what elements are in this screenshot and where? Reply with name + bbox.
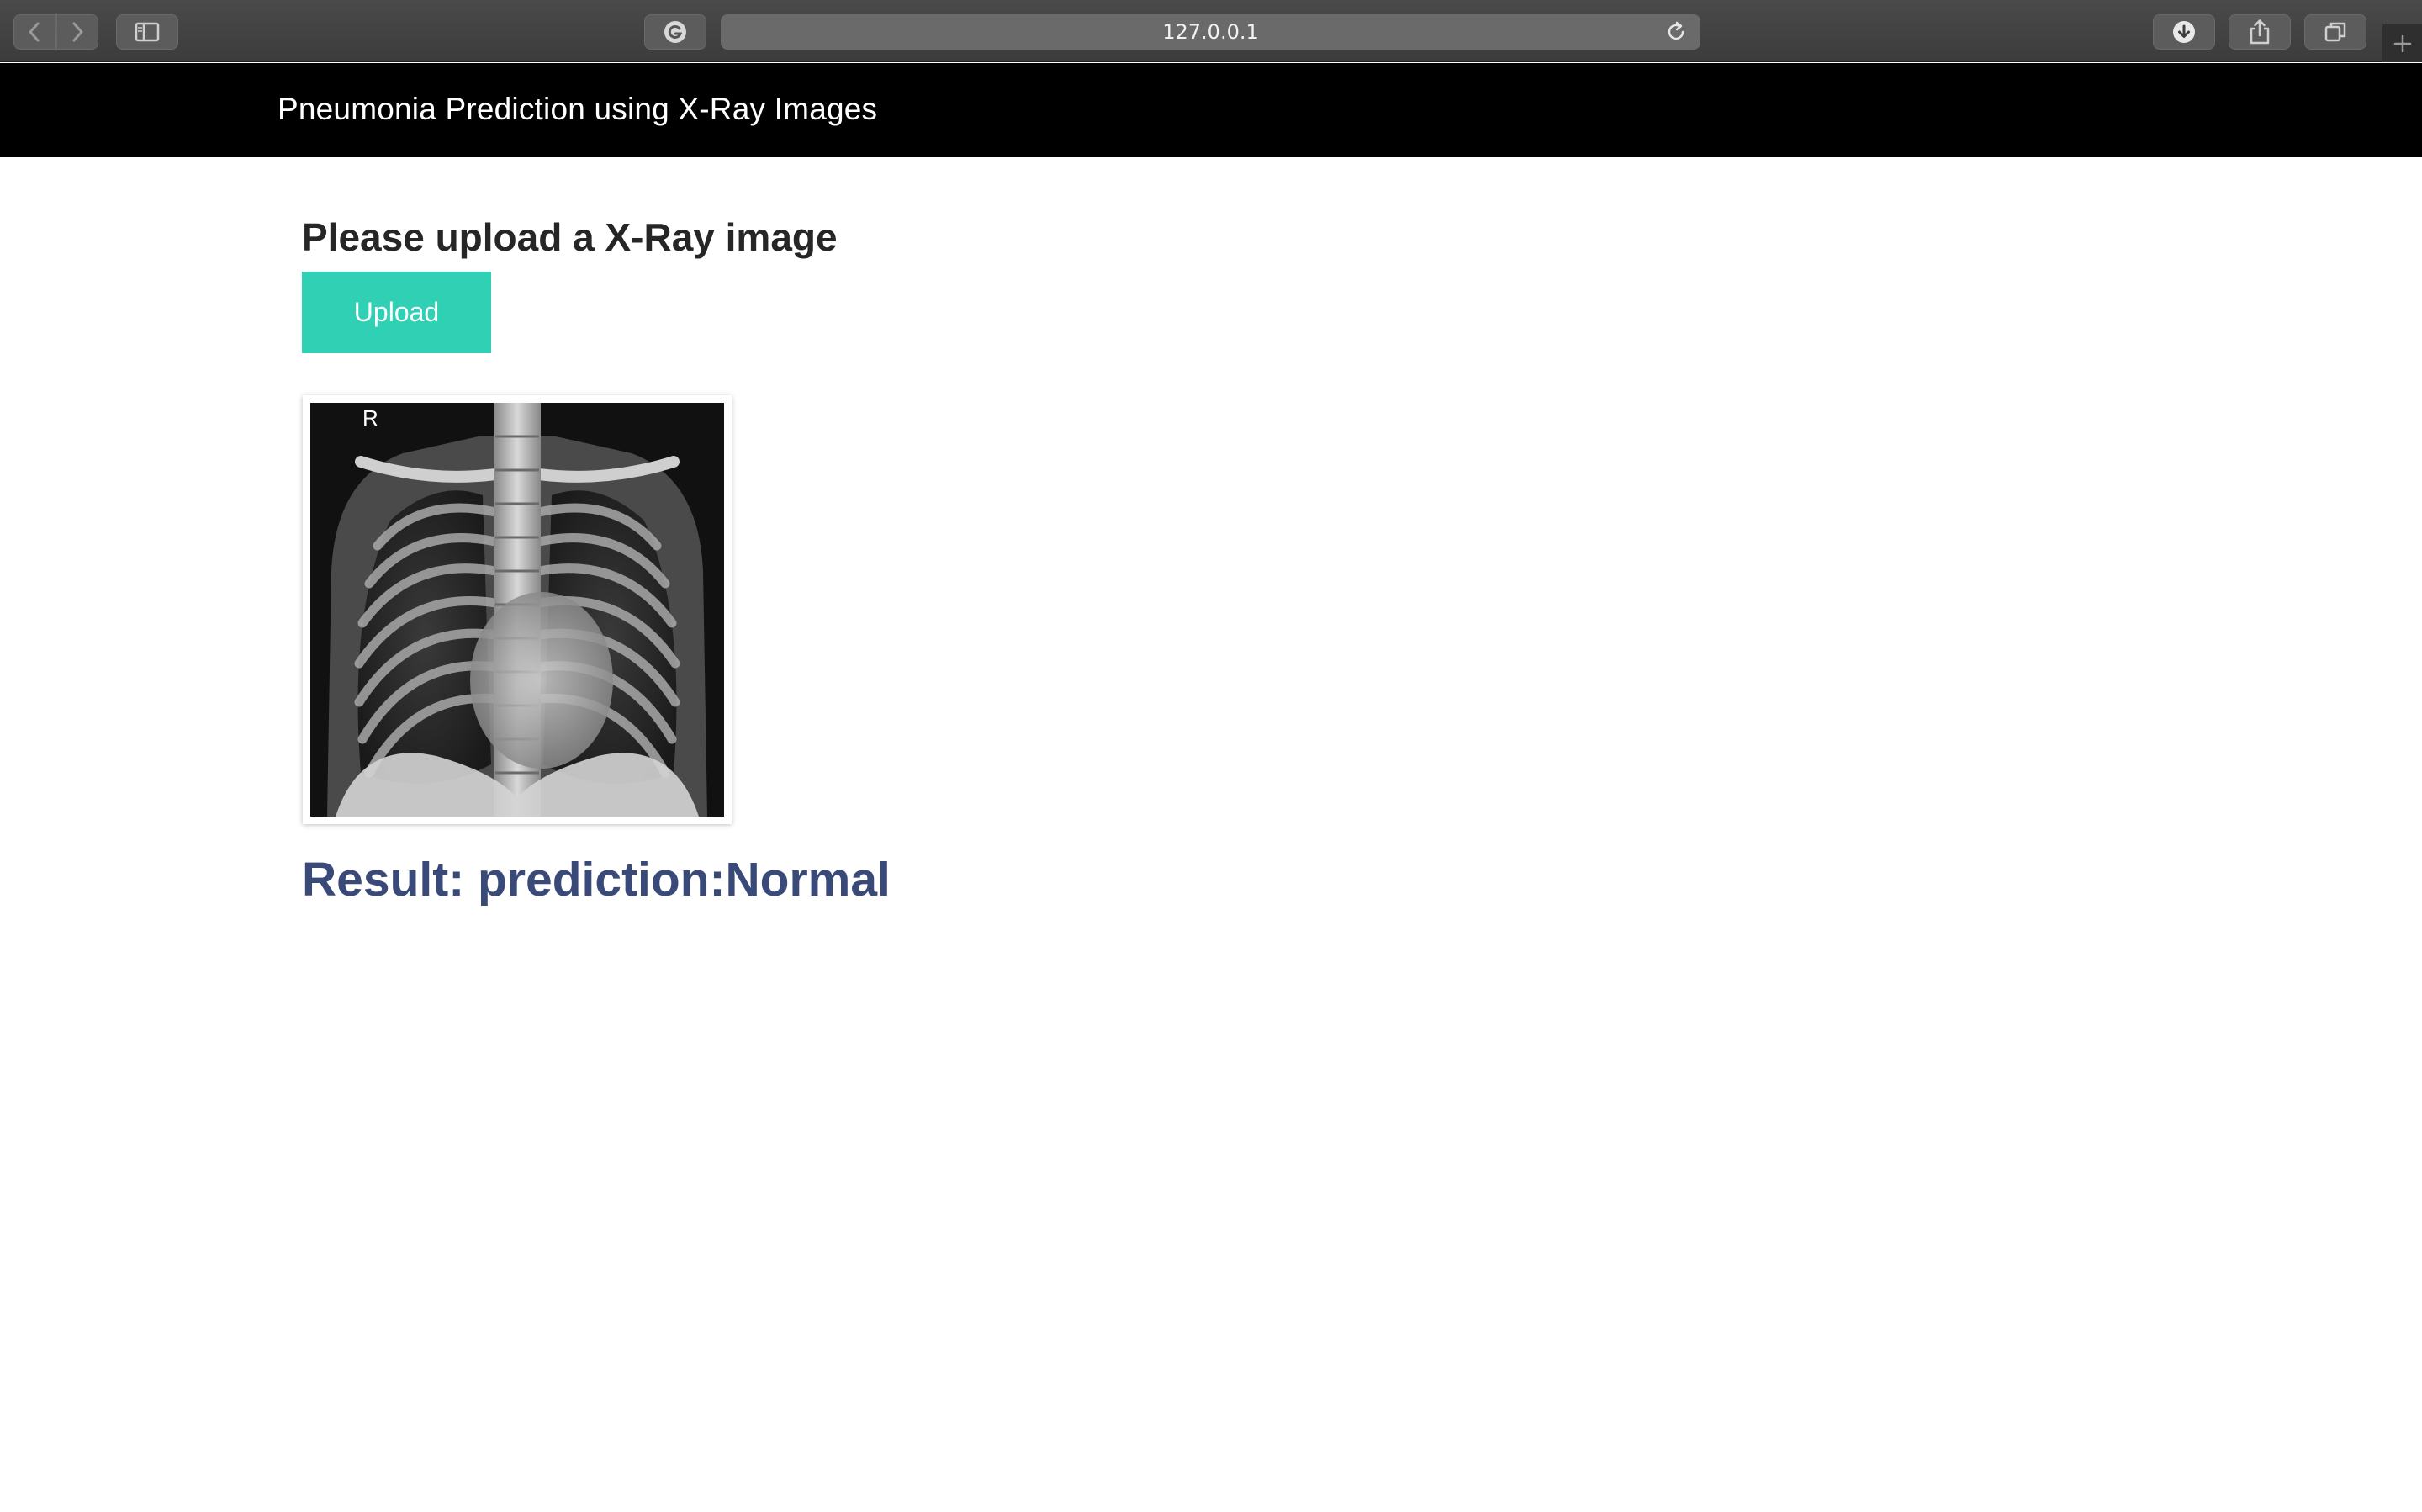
forward-button[interactable] <box>56 14 98 50</box>
chevron-left-icon <box>29 22 40 42</box>
prediction-result: Result: prediction:Normal <box>302 853 891 907</box>
tab-overview-icon <box>2324 22 2346 42</box>
chevron-right-icon <box>72 22 83 42</box>
navbar-brand[interactable]: Pneumonia Prediction using X-Ray Images <box>278 92 877 127</box>
main-content: Please upload a X-Ray image Upload R Res… <box>302 210 891 907</box>
navbar: Pneumonia Prediction using X-Ray Images <box>0 63 2422 157</box>
new-tab-button[interactable] <box>2382 24 2422 62</box>
extension-button[interactable] <box>644 14 706 50</box>
download-icon <box>2173 21 2195 43</box>
reload-icon[interactable] <box>1665 21 1687 48</box>
downloads-button[interactable] <box>2153 14 2215 50</box>
xray-marker: R <box>362 405 378 431</box>
xray-preview: R <box>303 395 732 824</box>
grammarly-icon <box>664 21 686 43</box>
upload-button[interactable]: Upload <box>302 272 491 353</box>
sidebar-toggle-button[interactable] <box>116 14 178 50</box>
browser-toolbar: 127.0.0.1 <box>0 0 2422 62</box>
tab-overview-button[interactable] <box>2304 14 2366 50</box>
address-bar[interactable]: 127.0.0.1 <box>721 14 1700 50</box>
plus-icon <box>2393 34 2411 52</box>
back-button[interactable] <box>13 14 56 50</box>
url-text: 127.0.0.1 <box>1162 20 1259 44</box>
share-button[interactable] <box>2229 14 2291 50</box>
share-icon <box>2250 19 2270 45</box>
xray-image: R <box>310 403 724 817</box>
sidebar-icon <box>135 22 160 42</box>
upload-heading: Please upload a X-Ray image <box>302 215 838 259</box>
